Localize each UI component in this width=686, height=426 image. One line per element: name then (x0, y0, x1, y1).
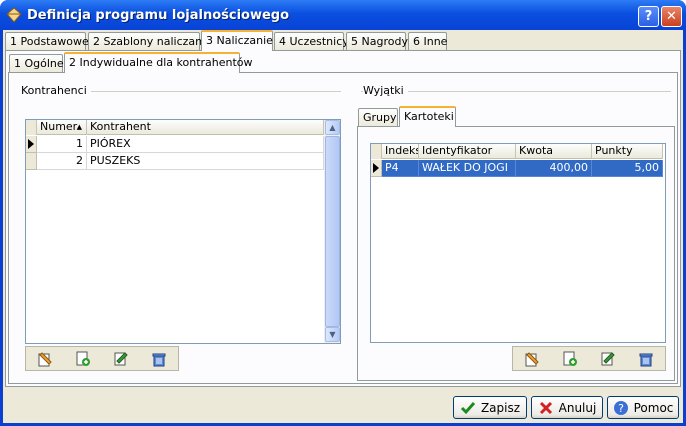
column-header-kontrahent[interactable]: Kontrahent (87, 120, 324, 135)
table-row-selected[interactable]: P4 WAŁEK DO JOGI 400,00 5,00 (371, 160, 663, 177)
tab-uczestnicy[interactable]: 4 Uczestnicy (274, 32, 349, 51)
title-bar: Definicja programu lojalnościowego ? ✕ (0, 0, 686, 30)
row-indicator (26, 153, 37, 170)
column-header-identyfikator[interactable]: Identyfikator (419, 144, 516, 159)
help-title-button[interactable]: ? (638, 6, 659, 27)
tab-label: 4 Uczestnicy (279, 35, 349, 48)
tab-kartoteki[interactable]: Kartoteki (399, 106, 456, 127)
tab-grupy[interactable]: Grupy (358, 108, 398, 127)
row-indicator (371, 160, 382, 177)
row-indicator (26, 136, 37, 153)
sub-tab-panel: Kontrahenci Numer▲ Kontrahent 1 PIÓREX (8, 72, 678, 384)
column-label: Indeks (385, 144, 419, 157)
cell-punkty[interactable]: 5,00 (592, 160, 663, 177)
dialog-body: 1 Podstawowe 2 Szablony naliczania 3 Nal… (3, 30, 683, 423)
tab-podstawowe[interactable]: 1 Podstawowe (5, 32, 89, 51)
tab-naliczanie[interactable]: 3 Naliczanie (201, 30, 273, 51)
row-indicator-header (371, 144, 382, 159)
cell-kwota[interactable]: 400,00 (516, 160, 592, 177)
tab-label: 2 Indywidualne dla kontrahentów (69, 56, 253, 69)
x-icon (539, 401, 552, 414)
main-tab-panel: 1 Ogólne 2 Indywidualne dla kontrahentów… (5, 50, 681, 387)
scroll-down-icon[interactable]: ▼ (325, 327, 340, 342)
grid-header: Indeks Identyfikator Kwota Punkty (371, 144, 663, 159)
cell-kontrahent[interactable]: PIÓREX (87, 136, 324, 153)
edit-icon[interactable] (589, 347, 627, 370)
contractors-group-label: Kontrahenci (21, 84, 91, 97)
cancel-label: Anuluj (558, 400, 597, 415)
app-icon (6, 7, 22, 23)
tab-label: 1 Ogólne (14, 57, 64, 70)
delete-icon[interactable] (140, 347, 178, 370)
tab-nagrody[interactable]: 5 Nagrody (346, 32, 408, 51)
column-label: Kwota (519, 144, 553, 157)
checkmark-icon (460, 401, 476, 414)
window-title: Definicja programu lojalnościowego (27, 7, 290, 23)
cancel-button[interactable]: Anuluj (531, 396, 603, 419)
save-button[interactable]: Zapisz (453, 396, 527, 419)
edit-icon[interactable] (102, 347, 140, 370)
contractors-grid[interactable]: Numer ▲ Kontrahent 1 PIÓREX 2 PUSZEKS ▲ … (25, 119, 341, 344)
sort-asc-icon: ▲ (76, 123, 82, 131)
current-row-icon (28, 139, 34, 149)
save-label: Zapisz (480, 400, 521, 415)
tab-label: 5 Nagrody (351, 35, 408, 48)
grid-header: Numer ▲ Kontrahent (26, 120, 324, 135)
vertical-scrollbar[interactable]: ▲ ▼ (324, 120, 340, 343)
help-icon: ? (613, 400, 628, 415)
add-icon[interactable] (551, 347, 589, 370)
scroll-up-icon[interactable]: ▲ (325, 120, 340, 135)
tab-label: Grupy (363, 111, 397, 124)
delete-icon[interactable] (627, 347, 665, 370)
exceptions-group-label: Wyjątki (363, 84, 408, 97)
column-header-punkty[interactable]: Punkty (592, 144, 663, 159)
svg-text:?: ? (618, 402, 624, 415)
column-header-numer[interactable]: Numer ▲ (37, 120, 87, 135)
exceptions-grid[interactable]: Indeks Identyfikator Kwota Punkty P4 WAŁ… (370, 143, 666, 343)
tab-inne[interactable]: 6 Inne (408, 32, 447, 51)
table-row[interactable]: 2 PUSZEKS (26, 153, 324, 170)
cell-kontrahent[interactable]: PUSZEKS (87, 153, 324, 170)
tab-label: 2 Szablony naliczania (93, 35, 212, 48)
column-header-indeks[interactable]: Indeks (382, 144, 419, 159)
tab-label: Kartoteki (404, 110, 454, 123)
row-indicator-header (26, 120, 37, 135)
cell-numer[interactable]: 2 (37, 153, 87, 170)
contractors-toolbar (25, 346, 179, 371)
tab-szablony-naliczania[interactable]: 2 Szablony naliczania (88, 32, 212, 51)
edit-form-icon[interactable] (513, 347, 551, 370)
column-label: Identyfikator (422, 144, 493, 157)
cell-indeks[interactable]: P4 (382, 160, 419, 177)
exceptions-tab-panel: Indeks Identyfikator Kwota Punkty P4 WAŁ… (357, 126, 675, 381)
tab-label: 1 Podstawowe (10, 35, 89, 48)
scroll-thumb[interactable] (325, 136, 340, 327)
column-label: Kontrahent (90, 120, 151, 133)
add-icon[interactable] (64, 347, 102, 370)
dialog-window: Definicja programu lojalnościowego ? ✕ 1… (0, 0, 686, 426)
tab-label: 3 Naliczanie (206, 34, 273, 47)
exceptions-toolbar (512, 346, 666, 371)
tab-label: 6 Inne (413, 35, 448, 48)
close-icon[interactable]: ✕ (661, 6, 682, 27)
edit-form-icon[interactable] (26, 347, 64, 370)
tab-ogolne[interactable]: 1 Ogólne (9, 54, 64, 73)
column-label: Numer (40, 120, 78, 133)
column-header-kwota[interactable]: Kwota (516, 144, 592, 159)
help-button[interactable]: ? Pomoc (607, 396, 679, 419)
current-row-icon (373, 163, 379, 173)
tab-indywidualne[interactable]: 2 Indywidualne dla kontrahentów (64, 52, 253, 73)
cell-numer[interactable]: 1 (37, 136, 87, 153)
cell-identyfikator[interactable]: WAŁEK DO JOGI (419, 160, 516, 177)
table-row[interactable]: 1 PIÓREX (26, 136, 324, 153)
help-label: Pomoc (633, 400, 674, 415)
column-label: Punkty (595, 144, 633, 157)
